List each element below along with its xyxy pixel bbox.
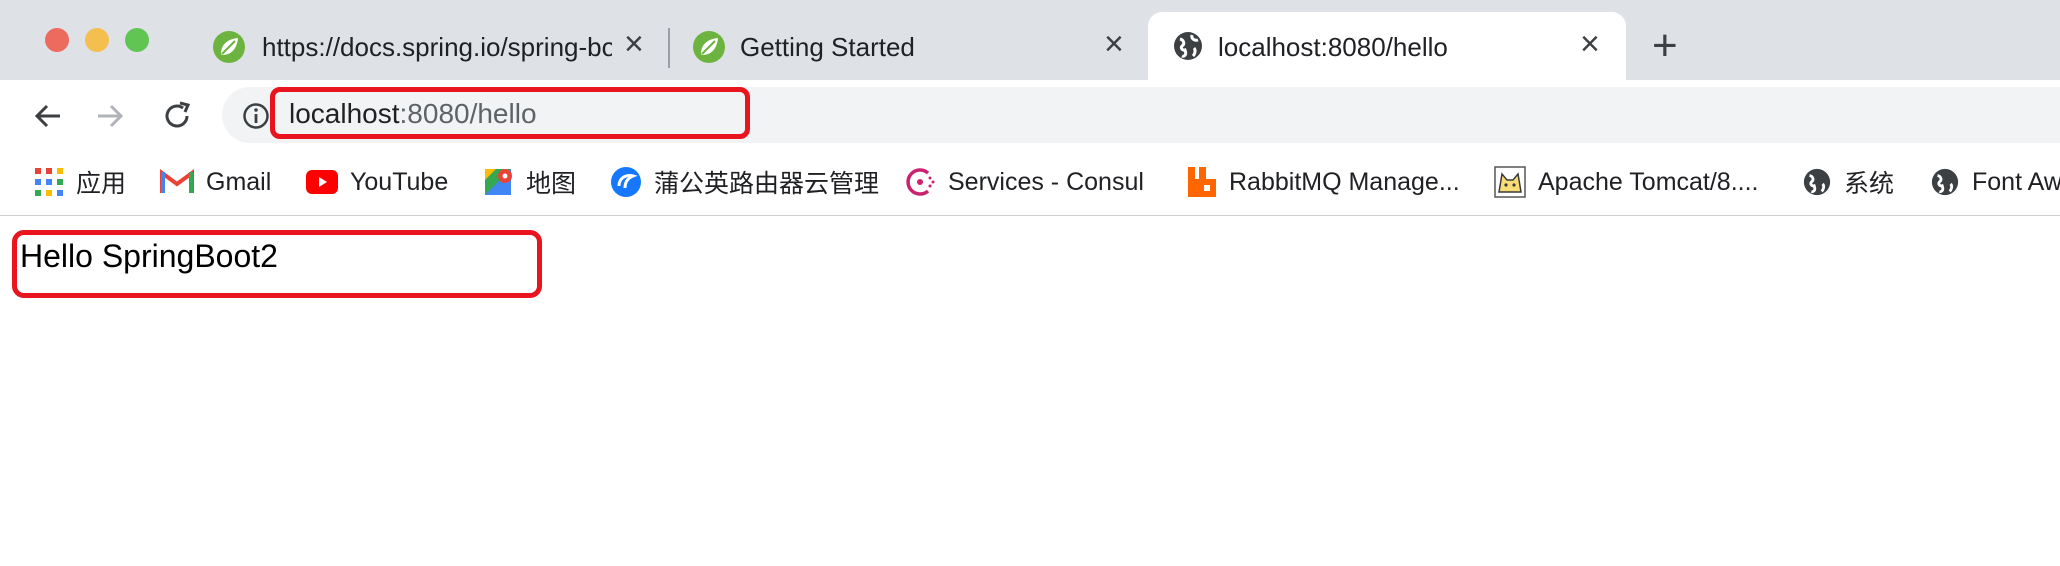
globe-icon [1803, 168, 1831, 196]
window-minimize-button[interactable] [85, 28, 109, 52]
consul-icon [906, 168, 935, 196]
gmail-icon [160, 169, 194, 193]
maps-icon [485, 169, 512, 195]
tomcat-icon [1494, 166, 1526, 198]
youtube-icon [306, 170, 338, 194]
bookmark-label: 系统 [1844, 170, 1895, 198]
bookmark-label: Apache Tomcat/8.... [1538, 167, 1759, 196]
globe-icon [1931, 168, 1959, 196]
rabbitmq-icon [1188, 167, 1216, 197]
content-highlight-box [12, 230, 542, 298]
bookmark-maps[interactable]: 地图 [484, 164, 576, 200]
bookmark-apps[interactable]: 应用 [34, 164, 126, 200]
bookmark-label: 地图 [526, 170, 577, 198]
bookmark-youtube[interactable]: YouTube [306, 164, 448, 200]
bookmark-gmail[interactable]: Gmail [160, 164, 271, 200]
close-icon[interactable]: × [1580, 26, 1600, 62]
tab-title: https://docs.spring.io/spring-boot [262, 32, 612, 62]
tab-spring-docs[interactable]: https://docs.spring.io/spring-boot × [200, 12, 660, 80]
reload-icon[interactable] [160, 99, 194, 133]
url-highlight-box [270, 87, 750, 139]
close-icon[interactable]: × [624, 26, 644, 62]
info-icon[interactable] [242, 102, 270, 130]
bookmark-label: 应用 [76, 170, 127, 198]
bookmark-rabbitmq[interactable]: RabbitMQ Manage... [1187, 164, 1460, 200]
bookmark-label: 蒲公英路由器云管理 [654, 170, 880, 198]
bookmark-label: Services - Consul [948, 167, 1144, 196]
bookmark-label: RabbitMQ Manage... [1229, 167, 1460, 196]
globe-icon [1174, 32, 1202, 60]
bookmark-pgy[interactable]: 蒲公英路由器云管理 [610, 164, 879, 200]
bookmark-consul[interactable]: Services - Consul [906, 164, 1144, 200]
bookmark-label: Gmail [206, 167, 272, 196]
apps-grid-icon [35, 168, 63, 196]
spring-leaf-icon [213, 31, 245, 63]
close-icon[interactable]: × [1104, 26, 1124, 62]
bookmark-label: Font Aw [1972, 167, 2060, 196]
toolbar-divider [0, 215, 2060, 216]
back-arrow-icon[interactable] [32, 100, 64, 132]
bookmark-label: YouTube [350, 167, 449, 196]
bookmark-font-awesome[interactable]: Font Aw [1930, 164, 2060, 200]
tab-getting-started[interactable]: Getting Started × [680, 12, 1150, 80]
window-maximize-button[interactable] [125, 28, 149, 52]
tab-separator [668, 28, 670, 68]
spring-leaf-icon [693, 31, 725, 63]
tab-title: localhost:8080/hello [1218, 32, 1448, 62]
tab-title: Getting Started [740, 32, 915, 62]
bookmark-system[interactable]: 系统 [1802, 164, 1894, 200]
window-close-button[interactable] [45, 28, 69, 52]
tab-localhost-hello[interactable]: localhost:8080/hello × [1148, 12, 1626, 80]
pgy-icon [611, 167, 641, 197]
new-tab-button[interactable]: + [1652, 24, 1678, 68]
forward-arrow-icon[interactable] [94, 100, 126, 132]
bookmark-tomcat[interactable]: Apache Tomcat/8.... [1494, 164, 1759, 200]
